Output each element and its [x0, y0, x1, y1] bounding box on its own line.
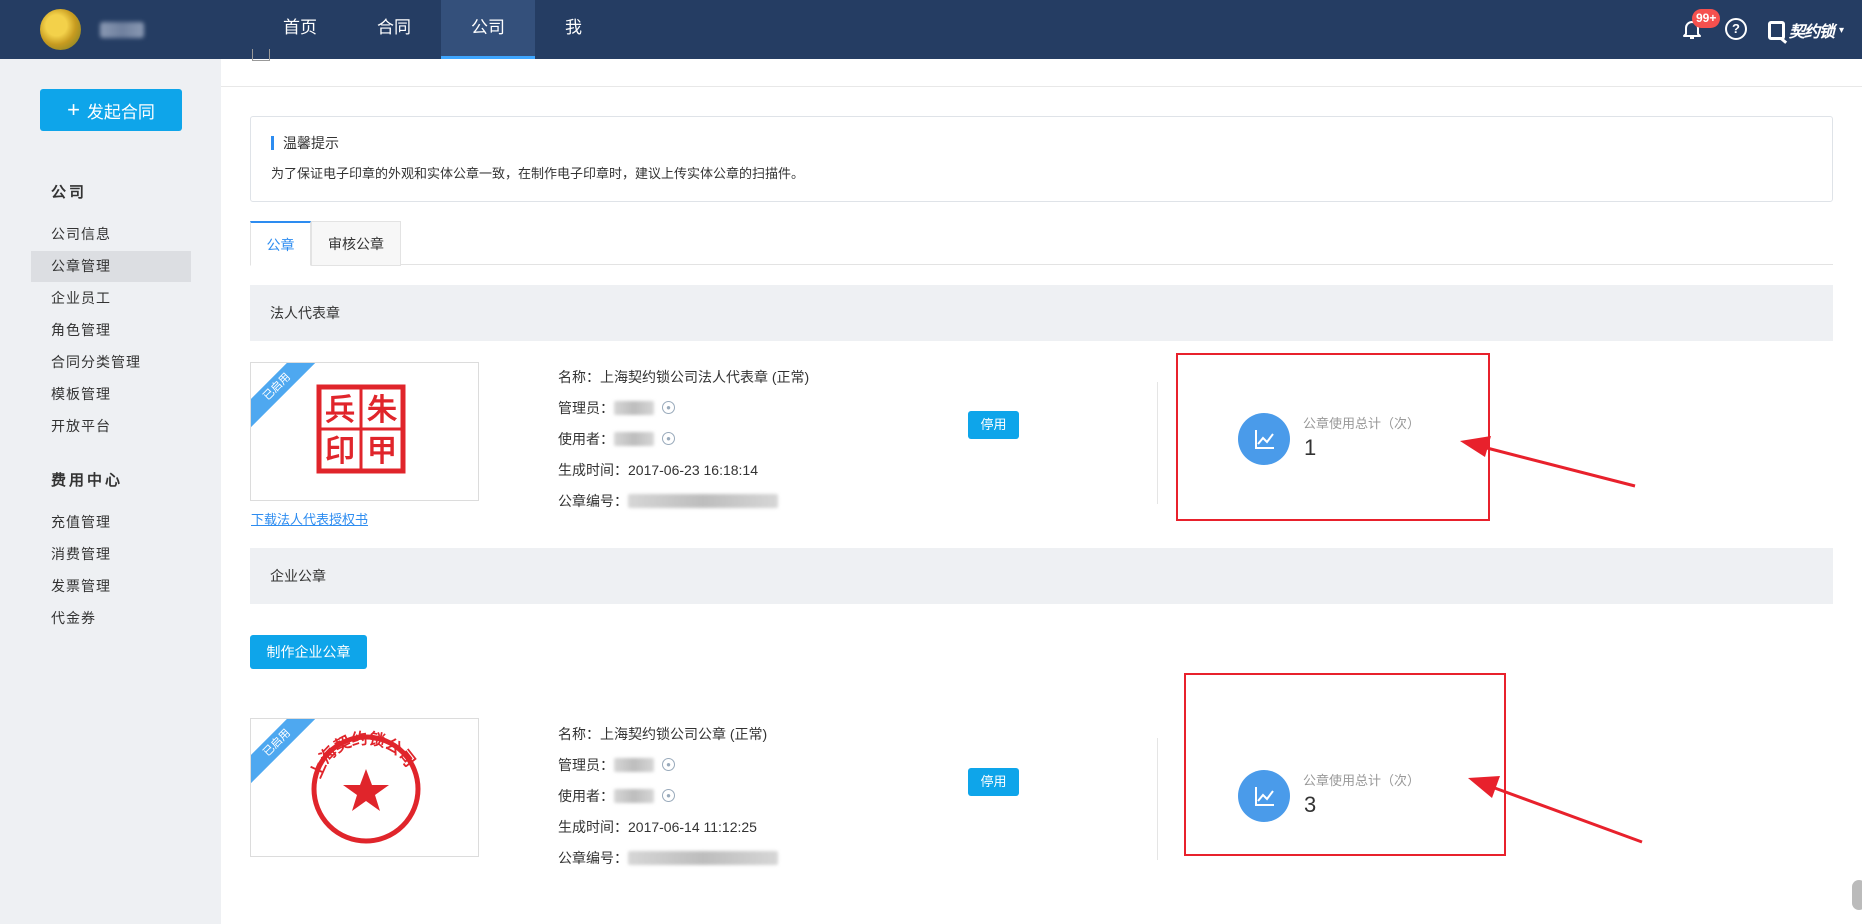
- user-icon[interactable]: ●: [662, 401, 675, 414]
- sidebar-item-invoices[interactable]: 发票管理: [31, 571, 191, 602]
- seal-user-row: 使用者： ●: [558, 780, 778, 811]
- user-icon[interactable]: ●: [662, 432, 675, 445]
- launch-contract-label: 发起合同: [86, 102, 155, 122]
- plus-icon: +: [67, 97, 80, 122]
- seal-info-legal: 名称： 上海契约锁公司法人代表章 (正常) 管理员： ● 使用者： ● 生成时间…: [558, 361, 809, 516]
- sidebar-item-employees[interactable]: 企业员工: [31, 283, 191, 314]
- sidebar-item-company-info[interactable]: 公司信息: [31, 219, 191, 250]
- sidebar-group-company: 公司: [51, 184, 88, 201]
- username-redacted: [100, 22, 144, 38]
- section-company-seal: 企业公章: [250, 548, 1833, 604]
- seal-manager-row: 管理员： ●: [558, 749, 778, 780]
- seal-code-row: 公章编号：: [558, 842, 778, 873]
- seal-char-3: 印: [325, 434, 355, 469]
- download-authorization-link[interactable]: 下载法人代表授权书: [251, 509, 368, 528]
- top-navbar: 首页 合同 公司 我 99+ ? 契约锁 ▾: [0, 0, 1862, 59]
- created-time: 2017-06-23 16:18:14: [628, 461, 758, 478]
- user-redacted: [614, 431, 654, 446]
- user-label: 使用者：: [558, 430, 614, 447]
- tip-panel: 温馨提示 为了保证电子印章的外观和实体公章一致，在制作电子印章时，建议上传实体公…: [250, 116, 1833, 202]
- user-icon[interactable]: ●: [662, 758, 675, 771]
- sidebar-item-vouchers[interactable]: 代金券: [31, 603, 191, 634]
- section-legal-seal: 法人代表章: [250, 285, 1833, 341]
- manager-label: 管理员：: [558, 756, 614, 773]
- seal-name-row: 名称： 上海契约锁公司公章 (正常): [558, 718, 778, 749]
- seal-card-legal[interactable]: 兵 朱 印 甲 已启用: [250, 362, 479, 501]
- sidebar-group-billing: 费用中心: [51, 472, 124, 489]
- main-nav: 首页 合同 公司 我: [253, 0, 612, 59]
- annotation-arrow: [1468, 776, 1643, 844]
- manager-redacted: [614, 400, 654, 415]
- name-label: 名称：: [558, 725, 600, 742]
- seal-name: 上海契约锁公司公章 (正常): [600, 725, 768, 742]
- chevron-down-icon: ▾: [1839, 24, 1845, 36]
- seal-char-1: 兵: [325, 393, 355, 428]
- scrollbar-handle[interactable]: [1852, 880, 1862, 910]
- annotation-box: [1176, 353, 1490, 521]
- disable-seal-button[interactable]: 停用: [968, 768, 1019, 796]
- seal-name-row: 名称： 上海契约锁公司法人代表章 (正常): [558, 361, 809, 392]
- tab-review-seals[interactable]: 审核公章: [311, 221, 401, 266]
- nav-company[interactable]: 公司: [441, 0, 535, 59]
- make-company-seal-button[interactable]: 制作企业公章: [250, 635, 367, 669]
- code-redacted: [628, 850, 778, 865]
- tab-seals[interactable]: 公章: [250, 221, 311, 266]
- created-time: 2017-06-14 11:12:25: [628, 818, 757, 835]
- created-label: 生成时间：: [558, 818, 628, 835]
- seal-name: 上海契约锁公司法人代表章 (正常): [600, 368, 810, 385]
- disable-seal-button[interactable]: 停用: [968, 411, 1019, 439]
- nav-me[interactable]: 我: [535, 0, 612, 59]
- manager-redacted: [614, 757, 654, 772]
- sidebar-item-templates[interactable]: 模板管理: [31, 379, 191, 410]
- seal-user-row: 使用者： ●: [558, 423, 809, 454]
- annotation-box: [1184, 673, 1506, 856]
- help-icon[interactable]: ?: [1725, 18, 1747, 40]
- sidebar-item-seal-management[interactable]: 公章管理: [31, 251, 191, 282]
- code-label: 公章编号：: [558, 492, 628, 509]
- seal-char-2: 朱: [367, 393, 398, 428]
- divider: [1157, 382, 1158, 504]
- scrolled-checkbox[interactable]: [252, 49, 270, 61]
- brand-name: 契约锁: [1789, 24, 1835, 41]
- sidebar-item-roles[interactable]: 角色管理: [31, 315, 191, 346]
- seal-info-company: 名称： 上海契约锁公司公章 (正常) 管理员： ● 使用者： ● 生成时间： 2…: [558, 718, 778, 873]
- logo-icon: [1768, 20, 1785, 40]
- seal-arc-text: 上海契约锁公司: [306, 728, 419, 780]
- code-redacted: [628, 493, 778, 508]
- divider: [1157, 738, 1158, 860]
- seal-char-4: 甲: [367, 434, 397, 469]
- user-redacted: [614, 788, 654, 803]
- seal-code-row: 公章编号：: [558, 485, 809, 516]
- sidebar-item-contract-categories[interactable]: 合同分类管理: [31, 347, 191, 378]
- notification-badge: 99+: [1692, 9, 1721, 28]
- user-label: 使用者：: [558, 787, 614, 804]
- manager-label: 管理员：: [558, 399, 614, 416]
- seal-card-company[interactable]: 上海契约锁公司 已启用: [250, 718, 479, 857]
- launch-contract-button[interactable]: + 发起合同: [40, 89, 182, 131]
- tip-text: 为了保证电子印章的外观和实体公章一致，在制作电子印章时，建议上传实体公章的扫描件…: [271, 166, 805, 181]
- user-icon[interactable]: ●: [662, 789, 675, 802]
- seal-created-row: 生成时间： 2017-06-23 16:18:14: [558, 454, 809, 485]
- seal-manager-row: 管理员： ●: [558, 392, 809, 423]
- avatar[interactable]: [40, 9, 81, 50]
- tab-bar: 公章 审核公章: [250, 221, 1833, 266]
- brand-logo[interactable]: 契约锁 ▾: [1768, 16, 1844, 44]
- tip-title: 温馨提示: [271, 136, 339, 150]
- name-label: 名称：: [558, 368, 600, 385]
- seal-created-row: 生成时间： 2017-06-14 11:12:25: [558, 811, 778, 842]
- divider: [221, 86, 1862, 87]
- sidebar: + 发起合同 公司 公司信息 公章管理 企业员工 角色管理 合同分类管理 模板管…: [0, 59, 221, 924]
- created-label: 生成时间：: [558, 461, 628, 478]
- code-label: 公章编号：: [558, 849, 628, 866]
- nav-contracts[interactable]: 合同: [347, 0, 441, 59]
- sidebar-item-recharge[interactable]: 充值管理: [31, 507, 191, 538]
- sidebar-item-consumption[interactable]: 消费管理: [31, 539, 191, 570]
- sidebar-item-open-platform[interactable]: 开放平台: [31, 411, 191, 442]
- annotation-arrow: [1460, 436, 1636, 488]
